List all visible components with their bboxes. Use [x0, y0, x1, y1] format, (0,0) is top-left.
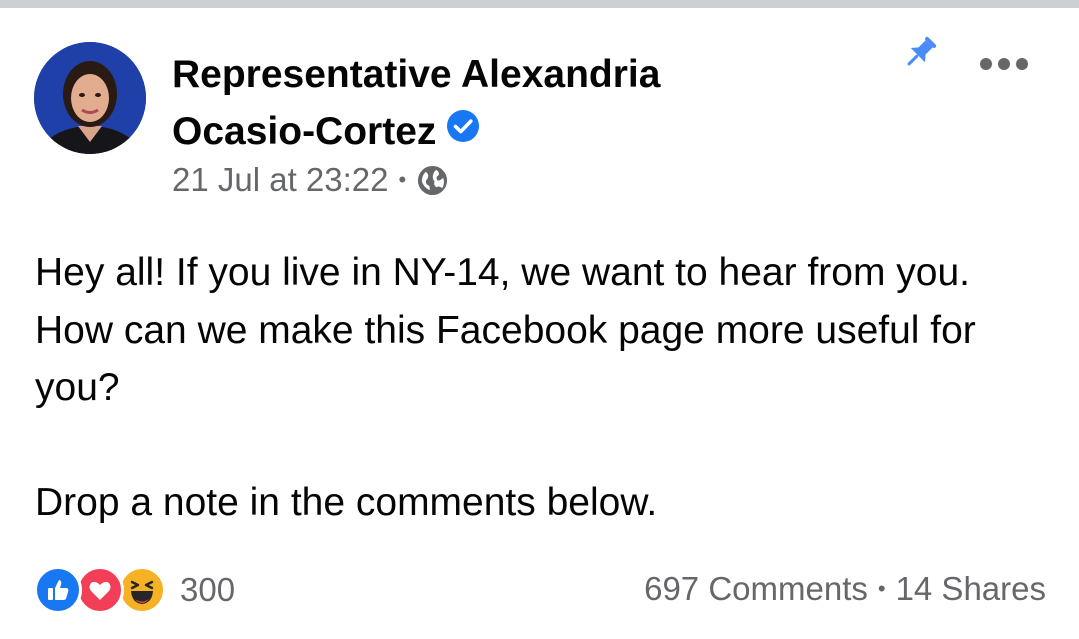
- more-dot-icon: [1016, 58, 1028, 70]
- more-dot-icon: [998, 58, 1010, 70]
- post-footer: 300 697 Comments • 14 Shares: [0, 560, 1079, 620]
- author-name-line2: Ocasio-Cortez: [172, 110, 437, 153]
- author-name[interactable]: Representative Alexandria Ocasio-Cortez: [172, 46, 772, 160]
- haha-icon: [118, 566, 166, 614]
- post-header: Representative Alexandria Ocasio-Cortez …: [0, 0, 1079, 210]
- post-timestamp[interactable]: 21 Jul at 23:22: [172, 161, 389, 199]
- verified-badge-icon: [446, 102, 480, 159]
- love-icon: [76, 566, 124, 614]
- avatar[interactable]: [34, 42, 146, 154]
- shares-count-link[interactable]: 14 Shares: [896, 570, 1046, 608]
- meta-separator: •: [398, 167, 407, 192]
- author-name-line1: Representative Alexandria: [172, 53, 661, 96]
- avatar-image: [34, 42, 146, 154]
- post-stats: 697 Comments • 14 Shares: [644, 570, 1046, 608]
- more-options-button[interactable]: [976, 50, 1032, 78]
- globe-icon[interactable]: [416, 164, 449, 197]
- more-dot-icon: [980, 58, 992, 70]
- post-text-paragraph: Hey all! If you live in NY-14, we want t…: [35, 251, 976, 409]
- post-body: Hey all! If you live in NY-14, we want t…: [35, 244, 1045, 532]
- comments-count-link[interactable]: 697 Comments: [644, 570, 868, 608]
- reaction-icons: [34, 566, 174, 614]
- pin-icon: [897, 30, 943, 76]
- stats-separator: •: [877, 576, 886, 601]
- reactions-summary[interactable]: 300: [34, 566, 235, 614]
- post-text-paragraph: Drop a note in the comments below.: [35, 481, 658, 524]
- reaction-count: 300: [180, 571, 236, 608]
- like-icon: [34, 566, 82, 614]
- post-meta: 21 Jul at 23:22 •: [172, 158, 449, 202]
